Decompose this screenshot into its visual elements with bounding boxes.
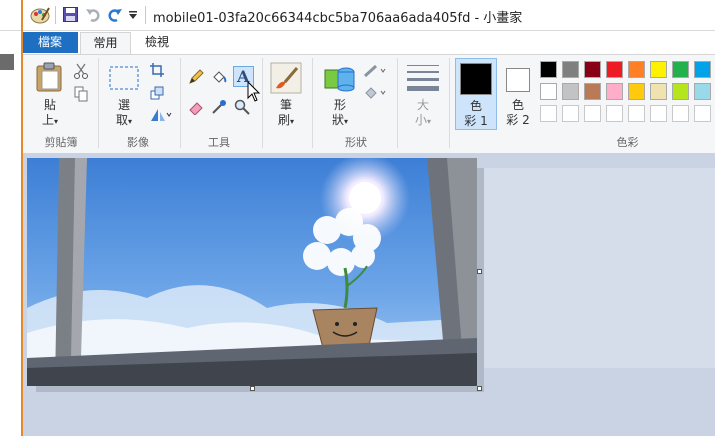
- paint-app-icon[interactable]: [30, 6, 50, 24]
- redo-icon[interactable]: [107, 7, 123, 22]
- custom-color-slot[interactable]: [540, 105, 557, 122]
- group-separator: [98, 58, 99, 148]
- select-rectangle-icon: [109, 66, 139, 90]
- group-label-colors: 色彩: [616, 136, 639, 149]
- color2-swatch: [506, 68, 530, 92]
- eraser-icon[interactable]: [188, 99, 204, 115]
- custom-color-slot[interactable]: [606, 105, 623, 122]
- size-label: 大 小▾: [414, 98, 432, 127]
- color1-button[interactable]: 色 彩 1: [455, 58, 497, 130]
- chevron-down-icon: ▾: [290, 117, 295, 126]
- size-button[interactable]: 大 小▾: [404, 60, 442, 130]
- paste-label: 貼 上▾: [41, 98, 59, 127]
- canvas-image[interactable]: [27, 158, 477, 386]
- copy-icon[interactable]: [74, 86, 88, 102]
- color2-button[interactable]: 色 彩 2: [500, 60, 536, 130]
- group-separator: [180, 58, 181, 148]
- group-label-tools: 工具: [208, 136, 230, 149]
- color-swatch[interactable]: [540, 83, 557, 100]
- tab-view[interactable]: 檢視: [135, 32, 179, 53]
- group-label-shapes: 形狀: [345, 136, 367, 149]
- select-label: 選 取▾: [115, 98, 133, 127]
- color1-swatch: [460, 63, 492, 95]
- group-separator: [312, 58, 313, 148]
- outline-icon[interactable]: [364, 64, 388, 78]
- custom-color-slot[interactable]: [650, 105, 667, 122]
- title-separator: [145, 6, 146, 24]
- tab-home[interactable]: 常用: [80, 32, 131, 55]
- color-swatch[interactable]: [628, 83, 645, 100]
- color-swatch[interactable]: [672, 83, 689, 100]
- crop-icon[interactable]: [150, 63, 164, 77]
- group-label-clipboard: 剪貼簿: [44, 136, 78, 149]
- custom-color-slot[interactable]: [672, 105, 689, 122]
- line-size-icon: [407, 64, 439, 92]
- mouse-cursor-icon: [247, 81, 261, 103]
- save-icon[interactable]: [63, 7, 78, 22]
- custom-color-slot[interactable]: [584, 105, 601, 122]
- custom-color-slot[interactable]: [694, 105, 711, 122]
- brushes-label: 筆 刷▾: [277, 98, 295, 127]
- shapes-button[interactable]: 形 狀▾: [320, 60, 360, 130]
- group-separator: [397, 58, 398, 148]
- resize-handle-bottom[interactable]: [250, 386, 255, 391]
- color-swatch[interactable]: [650, 83, 667, 100]
- title-bar: mobile01-03fa20c66344cbc5ba706aa6ada405f…: [0, 0, 715, 30]
- color-swatch[interactable]: [606, 61, 623, 78]
- window-title: mobile01-03fa20c66344cbc5ba706aa6ada405f…: [153, 11, 523, 26]
- resize-handle-right[interactable]: [477, 269, 482, 274]
- color2-label: 色 彩 2: [506, 98, 530, 127]
- color-swatch[interactable]: [672, 61, 689, 78]
- color-swatch[interactable]: [540, 61, 557, 78]
- window-left-edge: [0, 30, 22, 436]
- color-swatch[interactable]: [562, 83, 579, 100]
- color-swatch[interactable]: [584, 61, 601, 78]
- color-swatch[interactable]: [562, 61, 579, 78]
- window-active-border: [21, 0, 23, 436]
- rotate-icon[interactable]: [150, 108, 172, 122]
- color1-label: 色 彩 1: [464, 99, 488, 128]
- brush-icon: [270, 62, 302, 94]
- color-palette: [540, 61, 715, 127]
- group-separator: [262, 58, 263, 148]
- shapes-icon: [324, 62, 356, 92]
- resize-handle-corner[interactable]: [477, 386, 482, 391]
- color-swatch[interactable]: [694, 61, 711, 78]
- window-sky-illustration: [27, 158, 477, 386]
- brushes-button[interactable]: 筆 刷▾: [268, 60, 304, 130]
- customize-dropdown-icon[interactable]: [128, 10, 138, 20]
- custom-color-slot[interactable]: [628, 105, 645, 122]
- tab-file[interactable]: 檔案: [22, 32, 78, 53]
- title-separator: [55, 6, 56, 24]
- color-picker-icon[interactable]: [211, 99, 227, 115]
- undo-icon[interactable]: [85, 7, 101, 22]
- color-swatch[interactable]: [584, 83, 601, 100]
- select-button[interactable]: 選 取▾: [106, 60, 142, 130]
- custom-color-slot[interactable]: [562, 105, 579, 122]
- chevron-down-icon: ▾: [54, 117, 59, 126]
- shapes-label: 形 狀▾: [331, 98, 349, 127]
- fill-icon[interactable]: [364, 86, 388, 100]
- chevron-down-icon: ▾: [427, 117, 432, 126]
- color-swatch[interactable]: [628, 61, 645, 78]
- clipboard-icon: [35, 62, 63, 92]
- fill-bucket-icon[interactable]: [211, 69, 227, 85]
- pencil-icon[interactable]: [188, 69, 204, 85]
- color-swatch[interactable]: [694, 83, 711, 100]
- workspace-shade: [480, 168, 715, 368]
- chevron-down-icon: ▾: [128, 117, 133, 126]
- resize-icon[interactable]: [150, 86, 164, 100]
- group-label-image: 影像: [127, 136, 149, 149]
- cut-icon[interactable]: [74, 63, 88, 79]
- paste-button[interactable]: 貼 上▾: [30, 60, 70, 130]
- color-swatch[interactable]: [650, 61, 667, 78]
- chevron-down-icon: ▾: [344, 117, 349, 126]
- group-separator: [449, 58, 450, 148]
- color-swatch[interactable]: [606, 83, 623, 100]
